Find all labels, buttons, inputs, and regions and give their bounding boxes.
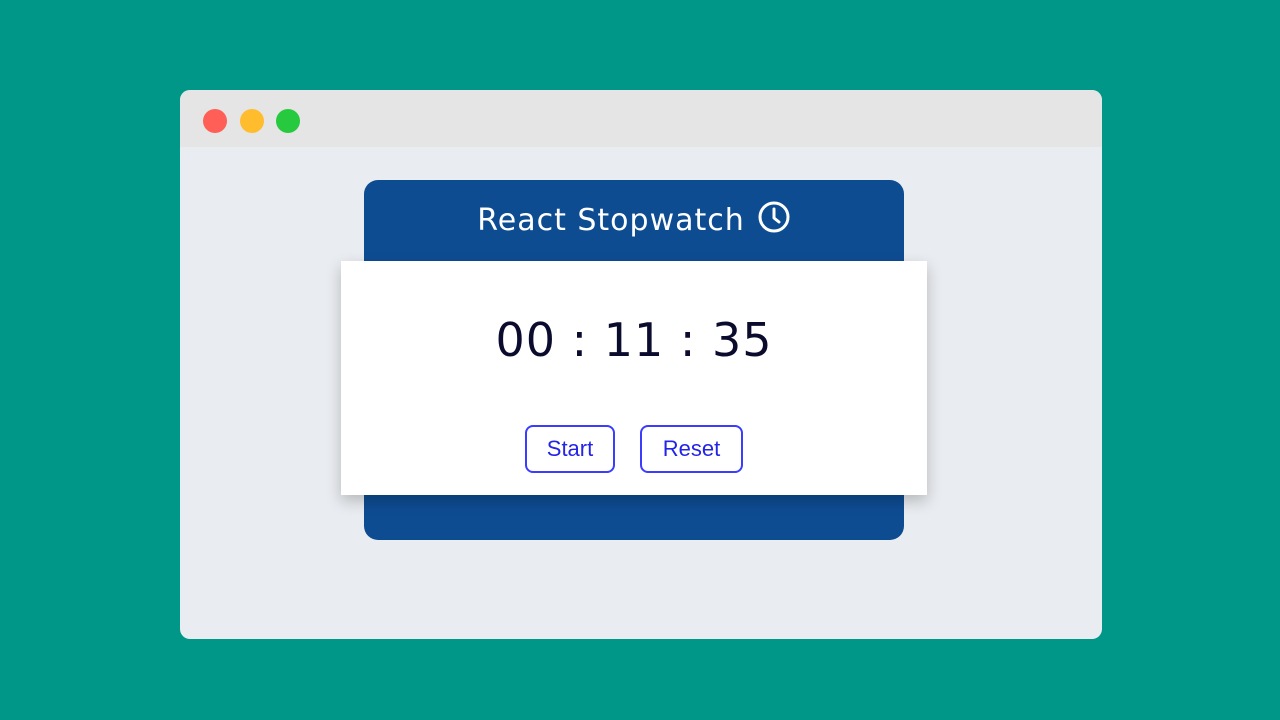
timer-panel: 00 : 11 : 35 Start Reset [341, 261, 927, 495]
clock-icon [757, 200, 791, 234]
app-title: React Stopwatch [477, 202, 745, 238]
browser-window: React Stopwatch 00 : 11 : 35 Start Reset [180, 90, 1102, 639]
window-titlebar [180, 90, 1102, 147]
maximize-window-button[interactable] [276, 109, 300, 133]
minimize-window-button[interactable] [240, 109, 264, 133]
close-window-button[interactable] [203, 109, 227, 133]
stopwatch-card: React Stopwatch 00 : 11 : 35 Start Reset [341, 180, 927, 540]
start-button[interactable]: Start [525, 425, 615, 473]
reset-button[interactable]: Reset [640, 425, 743, 473]
card-header: React Stopwatch [364, 180, 904, 260]
timer-controls: Start Reset [341, 425, 927, 473]
time-display: 00 : 11 : 35 [495, 313, 773, 367]
